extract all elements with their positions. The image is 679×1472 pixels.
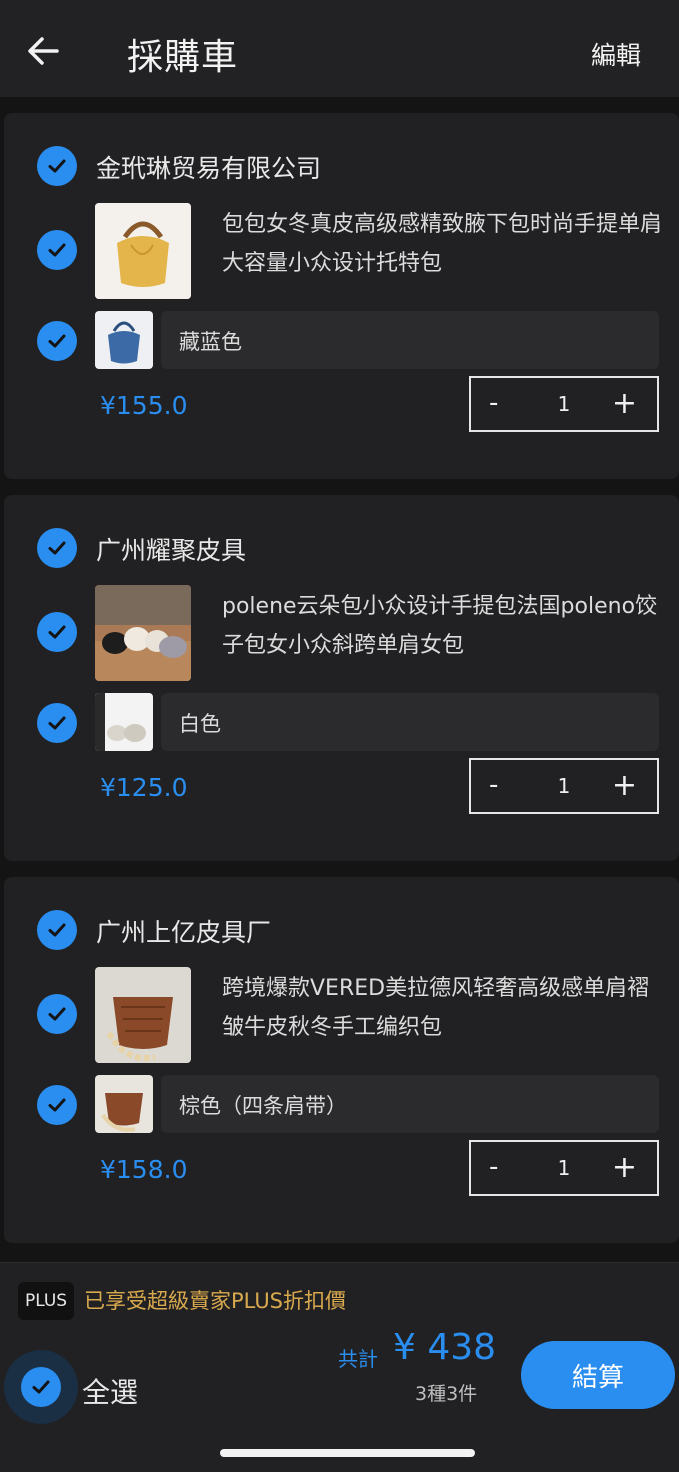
select-all-checkbox[interactable] [4,1350,78,1424]
sku-checkbox[interactable] [37,321,77,361]
product-checkbox[interactable] [37,612,77,652]
page-title: 採購車 [127,37,239,78]
check-icon [48,159,66,173]
check-icon [48,243,66,257]
check-icon [32,1380,50,1394]
sku-selector[interactable]: 藏蓝色 [161,311,659,369]
check-icon [48,541,66,555]
total-value: ¥ 438 [393,1327,497,1368]
bag-image [95,1075,153,1133]
bag-image [95,693,153,751]
check-icon [48,625,66,639]
product-title[interactable]: 跨境爆款VERED美拉德风轻奢高级感单肩褶皱牛皮秋冬手工编织包 [222,969,662,1047]
product-image[interactable] [95,967,191,1063]
total-label: 共計 [338,1347,378,1371]
back-button[interactable] [20,28,66,74]
shop-name: 金玳琳贸易有限公司 [96,154,322,183]
product-image[interactable] [95,585,191,681]
sku-image [95,1075,153,1133]
plus-badge: PLUS [18,1282,74,1320]
select-all-label[interactable]: 全選 [82,1371,138,1411]
check-icon [48,923,66,937]
home-indicator[interactable] [220,1449,475,1457]
bags-photo [95,585,191,681]
shop-name: 广州上亿皮具厂 [96,918,272,947]
product-checkbox[interactable] [37,230,77,270]
sku-image [95,311,153,369]
increment-button[interactable]: + [612,768,637,803]
shop-name: 广州耀聚皮具 [96,536,247,565]
sku-checkbox[interactable] [37,1085,77,1125]
plus-discount-text: 已享受超級賣家PLUS折扣價 [84,1289,347,1313]
shop-card: 金玳琳贸易有限公司 包包女冬真皮高级感精致腋下包时尚手提单肩大容量小众设计托特包 [4,113,679,479]
sku-label: 白色 [179,712,221,736]
quantity-stepper: - 1 + [469,376,659,432]
check-icon [48,334,66,348]
bag-image [95,967,191,1063]
shop-card: 广州上亿皮具厂 跨境爆款VERED美拉德风轻奢高级感单肩褶皱牛皮秋冬手工编织包 [4,877,679,1243]
quantity-stepper: - 1 + [469,1140,659,1196]
increment-button[interactable]: + [612,386,637,421]
header-bar: 採購車 編輯 [0,0,679,97]
product-image[interactable] [95,203,191,299]
edit-button[interactable]: 編輯 [591,36,641,72]
price: ¥158.0 [100,1155,188,1184]
cart-screen: 採購車 編輯 金玳琳贸易有限公司 包包女冬真皮高级感精致腋下包时尚手提单肩大容量… [0,0,679,1472]
arrow-left-icon [28,37,59,65]
sku-label: 藏蓝色 [179,330,242,354]
bag-image [95,311,153,369]
checkout-button[interactable]: 結算 [521,1341,675,1409]
product-title[interactable]: 包包女冬真皮高级感精致腋下包时尚手提单肩大容量小众设计托特包 [222,205,662,283]
product-title[interactable]: polene云朵包小众设计手提包法国poleno饺子包女小众斜跨单肩女包 [222,587,662,665]
sku-checkbox[interactable] [37,703,77,743]
price: ¥155.0 [100,391,188,420]
sku-selector[interactable]: 棕色（四条肩带） [161,1075,659,1133]
shop-checkbox[interactable] [37,910,77,950]
increment-button[interactable]: + [612,1150,637,1185]
sku-image [95,693,153,751]
product-checkbox[interactable] [37,994,77,1034]
check-icon [48,1098,66,1112]
price: ¥125.0 [100,773,188,802]
item-count: 3種3件 [415,1383,478,1405]
shop-card: 广州耀聚皮具 polene云朵包小众设计手提包法国poleno饺子包女小众斜跨单… [4,495,679,861]
check-icon [48,1007,66,1021]
select-all-check [21,1367,61,1407]
quantity-stepper: - 1 + [469,758,659,814]
shop-checkbox[interactable] [37,146,77,186]
sku-selector[interactable]: 白色 [161,693,659,751]
checkout-bar: PLUS 已享受超級賣家PLUS折扣價 全選 共計 ¥ 438 3種3件 結算 [0,1262,679,1472]
check-icon [48,716,66,730]
bag-image [95,203,191,299]
shop-checkbox[interactable] [37,528,77,568]
sku-label: 棕色（四条肩带） [179,1094,347,1118]
